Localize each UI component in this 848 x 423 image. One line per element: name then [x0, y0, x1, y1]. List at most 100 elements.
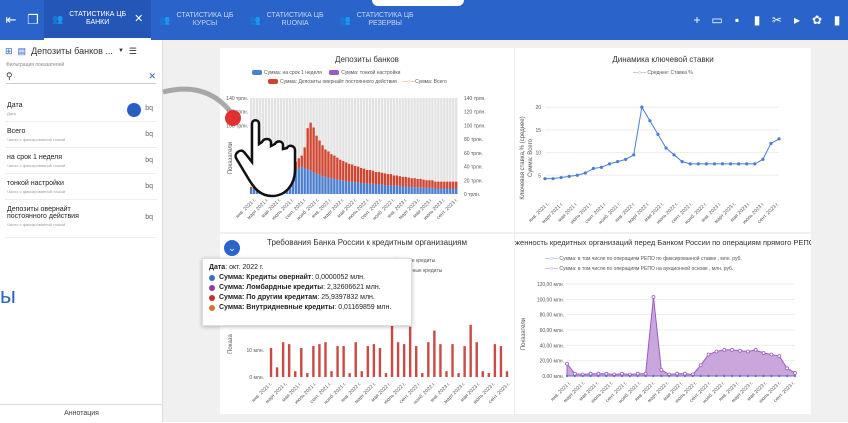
bar-overnight	[267, 178, 271, 184]
bar-week	[339, 180, 342, 194]
bar-week	[425, 187, 428, 194]
rate-point	[737, 162, 741, 166]
bar-overnight	[422, 179, 425, 188]
bar-overnight	[416, 178, 419, 188]
field-item-total[interactable]: Всего Число с фиксированной точкой bq	[5, 122, 157, 148]
rate-line	[545, 105, 780, 180]
bar-overnight	[368, 170, 372, 184]
tab-reserves[interactable]: 👥 СТАТИСТИКА ЦБ РЕЗЕРВЫ	[332, 0, 422, 40]
y-tick-label: 100,00 млн.	[537, 297, 564, 303]
rate-point	[567, 174, 571, 179]
bar-background	[258, 98, 262, 194]
rate-point	[745, 162, 749, 166]
repo-chart-panel: женность кредитных организаций перед Бан…	[515, 234, 811, 414]
rate-point	[624, 157, 628, 161]
collapse-icon[interactable]: ⇤	[0, 0, 22, 40]
keyrate-chart: 20 15 10 5 Ключевая ставка,% (среднее) Сумма:…	[520, 105, 781, 226]
bar-overnight	[428, 180, 431, 188]
bar-week	[342, 180, 345, 194]
folder-icon[interactable]: ▭	[710, 13, 724, 27]
bar-week	[291, 171, 294, 194]
fixed-rate-point	[715, 374, 718, 378]
field-item-week[interactable]: на срок 1 неделя Число с фиксированной т…	[5, 148, 157, 174]
annotation-button[interactable]: Аннотация	[0, 404, 163, 422]
rate-point	[720, 162, 725, 166]
bar-overnight	[434, 181, 437, 189]
bar-week	[276, 178, 280, 194]
bar-overnight	[285, 168, 289, 175]
chart-tooltip: Дата: окт. 2022 г. Сумма: Кредиты оверна…	[202, 258, 412, 326]
bar-week	[333, 178, 336, 194]
bar-intraday	[439, 344, 442, 377]
type-icon: bq	[145, 214, 153, 221]
fixed-rate-point	[628, 374, 632, 378]
top-toolbar: ⇤ ❐ 👥 СТАТИСТИКА ЦБ БАНКИ ✕ 👥 СТАТИСТИКА …	[0, 0, 848, 40]
field-item-date[interactable]: Дата Дата bq	[5, 96, 157, 122]
field-item-overnight[interactable]: Депозиты овернайт постоянного действия Чи…	[5, 200, 157, 238]
bar-week	[303, 167, 306, 194]
bar-week	[410, 187, 413, 194]
bar-week	[315, 173, 318, 194]
bar-week	[255, 187, 259, 194]
auction-point	[635, 371, 640, 376]
tree-icon[interactable]: ⊞	[5, 46, 13, 57]
save-icon[interactable]: ▪	[730, 13, 744, 27]
clear-icon[interactable]: ✕	[148, 71, 156, 82]
drag-handle[interactable]	[372, 0, 464, 6]
layers-icon[interactable]: ❐	[22, 0, 44, 40]
bar-week	[327, 177, 330, 194]
y-tick-label: 0,00 млн.	[542, 374, 564, 380]
rate-point	[648, 119, 652, 123]
auction-point	[683, 371, 687, 376]
copy-icon[interactable]: ▮	[750, 13, 764, 27]
bar-background	[440, 98, 443, 194]
bar-overnight	[327, 151, 330, 178]
chevron-down-icon[interactable]: ▼	[118, 48, 124, 54]
tab-banks[interactable]: 👥 СТАТИСТИКА ЦБ БАНКИ ✕	[44, 0, 152, 40]
fixed-rate-point	[597, 374, 600, 378]
bar-intraday	[354, 342, 357, 377]
dataset-select[interactable]: Депозиты банков ...	[31, 46, 113, 56]
bar-intraday	[433, 330, 436, 377]
expand-button[interactable]: ⌄	[224, 240, 240, 256]
bar-overnight	[291, 164, 294, 172]
bar-background	[264, 98, 268, 194]
bar-overnight	[303, 147, 306, 168]
fixed-rate-point	[691, 374, 694, 378]
rate-point	[688, 162, 692, 166]
play-icon[interactable]: ▸	[790, 13, 804, 27]
fixed-rate-point	[612, 374, 616, 378]
sidebar: ⊞ ▤ Депозиты банков ... ▼ ☰ Фильтрация п…	[0, 40, 163, 422]
type-icon: bq	[145, 131, 153, 138]
panel-icon[interactable]: ▮	[830, 13, 844, 27]
tab-ruonia[interactable]: 👥 СТАТИСТИКА ЦБ RUONIA	[241, 0, 331, 40]
menu-icon[interactable]: ☰	[129, 46, 137, 57]
type-icon: bq	[145, 183, 153, 190]
search-input[interactable]: ⚲ ✕	[6, 70, 156, 84]
bar-overnight	[446, 181, 449, 189]
fixed-rate-point	[620, 374, 624, 378]
bar-intraday	[445, 371, 448, 377]
bar-intraday	[505, 371, 509, 377]
bar-week	[446, 188, 449, 194]
gear-icon[interactable]: ✿	[810, 13, 824, 27]
bar-week	[398, 185, 401, 194]
rate-point	[640, 105, 644, 109]
add-icon[interactable]: +	[690, 13, 704, 27]
drag-dot-icon[interactable]	[127, 103, 141, 117]
rate-point	[761, 157, 765, 161]
bar-intraday	[451, 344, 454, 377]
tab-rates[interactable]: 👥 СТАТИСТИКА ЦБ КУРСЫ	[151, 0, 241, 40]
field-item-fine-tuning[interactable]: тонкой настройки Число с фиксированной т…	[5, 174, 157, 200]
close-tab-icon[interactable]: ✕	[134, 14, 143, 25]
bar-week	[374, 184, 378, 194]
rate-point	[728, 162, 733, 166]
bar-week	[270, 181, 274, 194]
auction-point	[565, 361, 569, 366]
bar-intraday	[287, 344, 291, 377]
y-tick-label: 80,00 млн.	[540, 313, 564, 319]
bar-week	[273, 180, 277, 194]
bar-overnight	[339, 159, 342, 181]
bar-intraday	[384, 373, 388, 377]
cut-icon[interactable]: ✂	[770, 13, 784, 27]
